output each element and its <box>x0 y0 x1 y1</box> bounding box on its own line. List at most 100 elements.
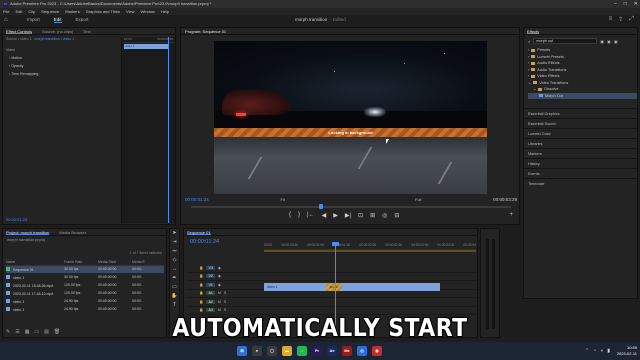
tab-text[interactable]: Text <box>83 28 90 34</box>
start-icon[interactable]: ⊞ <box>237 346 247 356</box>
mini-timeline-clip[interactable]: video 1 <box>124 44 168 49</box>
tab-media-browser[interactable]: Media Browser <box>59 229 86 235</box>
effect-controls-mini-timeline[interactable]: 00:00 00:00:05:00 video 1 <box>121 37 175 223</box>
lock-icon[interactable]: 🔒 <box>199 300 203 304</box>
slip-icon[interactable]: ↔ <box>170 265 179 274</box>
file-explorer-icon[interactable]: ▬ <box>282 346 292 356</box>
step-back-icon[interactable]: ◀ <box>322 212 327 219</box>
tab-project[interactable]: Project: morph transition <box>6 229 50 235</box>
solo-icon[interactable]: S <box>224 308 226 312</box>
mini-playhead[interactable] <box>168 37 169 223</box>
video-preview[interactable]: Looking in background <box>214 41 487 194</box>
lock-icon[interactable]: 🔒 <box>199 266 203 270</box>
app-icon[interactable]: ◉ <box>372 346 382 356</box>
track-v2[interactable]: 🔒 V2 ◉ <box>187 273 476 281</box>
menu-markers[interactable]: Markers <box>65 8 79 15</box>
yuv-filter-icon[interactable]: ▣ <box>614 39 618 44</box>
ripple-edit-icon[interactable]: ⟛ <box>170 247 179 256</box>
project-row[interactable]: 2023-02-11 17-46-10.mp4 120.00 fps 00:00:0… <box>6 289 164 297</box>
write-lock-icon[interactable]: ✎ <box>6 329 10 335</box>
fx-row-motion[interactable]: › Motion <box>6 54 118 62</box>
rectangle-icon[interactable]: ▭ <box>170 283 179 292</box>
fx-row-time-remapping[interactable]: › Time Remapping <box>6 70 118 78</box>
tab-sequence-01[interactable]: Sequence 01 <box>187 229 211 235</box>
export-frame-icon[interactable]: ◎ <box>382 212 387 219</box>
chevron-up-icon[interactable]: ⌃ <box>585 348 589 354</box>
tab-source[interactable]: Source: (no clips) <box>42 28 73 34</box>
playback-quality-select[interactable]: Full <box>415 197 421 202</box>
label-color-swatch[interactable] <box>6 282 10 287</box>
close-icon[interactable]: ✕ <box>634 0 638 8</box>
lock-icon[interactable]: 🔒 <box>199 283 203 287</box>
effects-search-input[interactable]: morph cut <box>533 38 598 44</box>
lock-icon[interactable]: 🔒 <box>199 274 203 278</box>
menu-file[interactable]: File <box>3 8 9 15</box>
project-row[interactable]: 2023-02-11 18-48-06.mp4 120.00 fps 00:00:0… <box>6 281 164 289</box>
pen-icon[interactable]: ✒ <box>170 274 179 283</box>
menu-sequence[interactable]: Sequence <box>41 8 59 15</box>
tab-import[interactable]: Import <box>27 17 40 23</box>
workspaces-icon[interactable]: ≡ <box>609 16 613 23</box>
menu-window[interactable]: Window <box>141 8 155 15</box>
mark-in-icon[interactable]: { <box>289 212 291 219</box>
menu-edit[interactable]: Edit <box>15 8 22 15</box>
tab-export[interactable]: Export <box>76 17 89 23</box>
solo-icon[interactable]: S <box>224 300 226 304</box>
program-scrubber[interactable] <box>191 204 511 209</box>
solo-icon[interactable]: S <box>224 291 226 295</box>
label-color-swatch[interactable] <box>6 290 10 295</box>
menu-help[interactable]: Help <box>161 8 169 15</box>
mark-out-icon[interactable]: } <box>298 212 300 219</box>
morph-cut-transition[interactable]: Morph <box>326 283 342 291</box>
go-to-in-icon[interactable]: |← <box>307 212 315 219</box>
browser-icon[interactable]: ◎ <box>357 346 367 356</box>
eye-icon[interactable]: ◉ <box>218 266 221 270</box>
project-row[interactable]: video 1 24.00 fps 00:00:00:00 00:00: <box>6 297 164 305</box>
tab-edit[interactable]: Edit <box>53 17 62 23</box>
panel-lumetri-color[interactable]: Lumetri Color <box>524 128 637 138</box>
zoom-fit-select[interactable]: Fit <box>281 197 285 202</box>
spotify-icon[interactable]: ♪ <box>297 346 307 356</box>
eye-icon[interactable]: ◉ <box>218 274 221 278</box>
track-v3[interactable]: 🔒 V3 ◉ <box>187 264 476 273</box>
label-color-swatch[interactable] <box>6 266 10 271</box>
panel-essential-graphics[interactable]: Essential Graphics <box>524 108 637 118</box>
minimize-icon[interactable]: – <box>614 0 617 8</box>
play-icon[interactable]: ▶ <box>333 212 338 219</box>
eye-icon[interactable]: ◉ <box>218 283 221 287</box>
tab-effects[interactable]: Effects <box>527 28 540 34</box>
menu-view[interactable]: View <box>126 8 135 15</box>
panel-markers[interactable]: Markers <box>524 148 637 158</box>
panel-libraries[interactable]: Libraries <box>524 138 637 148</box>
maximize-icon[interactable]: □ <box>624 0 627 8</box>
button-editor-icon[interactable]: + <box>509 212 513 218</box>
work-area-bar[interactable] <box>264 250 476 252</box>
home-icon[interactable]: ⌂ <box>4 17 8 23</box>
selection-tool-icon[interactable]: ➤ <box>170 229 179 238</box>
lift-icon[interactable]: ⊡ <box>358 212 363 219</box>
program-timecode[interactable]: 00:00:01:24 <box>185 197 209 202</box>
tree-item-morph-cut[interactable]: Morph Cut <box>528 92 637 99</box>
razor-icon[interactable]: ◇ <box>170 256 179 265</box>
panel-events[interactable]: Events <box>524 168 637 178</box>
volume-icon[interactable]: ◖ <box>600 348 603 354</box>
panel-timecode[interactable]: Timecode <box>524 178 637 188</box>
search-icon[interactable]: ⌕ <box>252 346 262 356</box>
menu-graphics[interactable]: Graphics and Titles <box>86 8 120 15</box>
fx-row-opacity[interactable]: › Opacity <box>6 62 118 70</box>
32bit-filter-icon[interactable]: ▣ <box>607 39 611 44</box>
project-row[interactable]: video 1 30.00 fps 00:00:00:00 00:00: <box>6 273 164 281</box>
task-view-icon[interactable]: ▢ <box>267 346 277 356</box>
label-color-swatch[interactable] <box>6 306 10 311</box>
track-a2[interactable]: 🔒 A2 M S <box>187 298 476 307</box>
lock-icon[interactable]: 🔒 <box>199 308 203 312</box>
lock-icon[interactable]: 🔒 <box>199 291 203 295</box>
timeline-timecode[interactable]: 00:00:01:24 <box>190 239 219 245</box>
compare-icon[interactable]: ⊟ <box>394 212 399 219</box>
program-monitor-title[interactable]: Program: Sequence 01 <box>181 28 519 35</box>
share-icon[interactable]: ⇪ <box>618 16 623 23</box>
after-effects-icon[interactable]: Ae <box>327 346 337 356</box>
sequence-clip-label[interactable]: morph transition • video 1 <box>35 37 75 41</box>
step-forward-icon[interactable]: ▶| <box>345 212 351 219</box>
label-color-swatch[interactable] <box>6 274 10 279</box>
